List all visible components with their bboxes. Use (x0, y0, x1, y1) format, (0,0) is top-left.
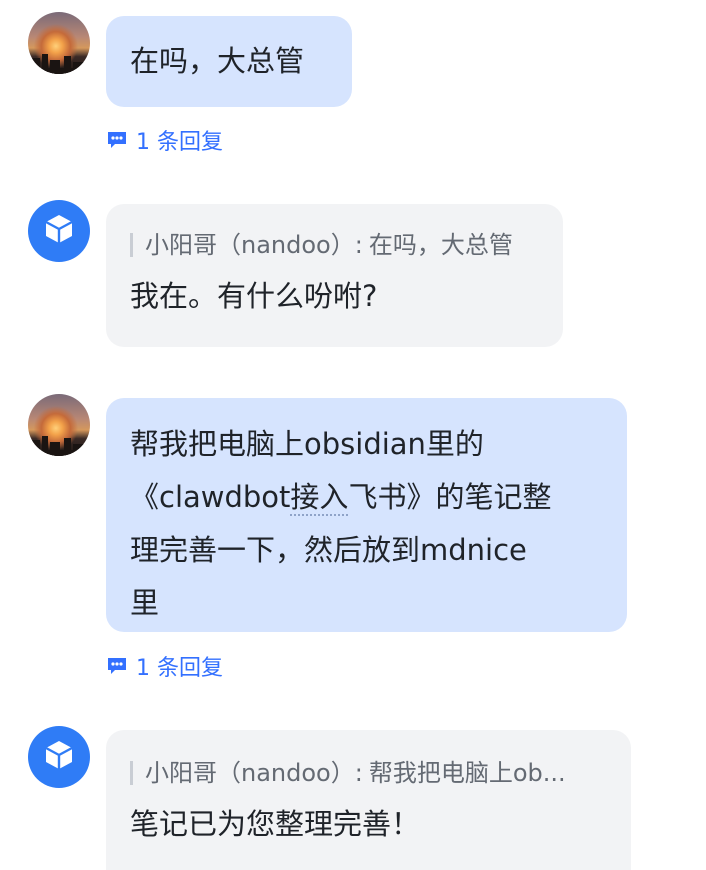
quote-separator: : (354, 231, 363, 259)
message-text: 笔记已为您整理完善！ (130, 807, 421, 841)
bot-avatar[interactable] (28, 200, 90, 262)
quote-author: 小阳哥（nandoo） (145, 759, 355, 787)
user-avatar[interactable] (28, 394, 90, 456)
message-text: 我在。有什么吩咐? (130, 279, 378, 313)
bot-avatar[interactable] (28, 726, 90, 788)
avatar-skyline (28, 432, 90, 456)
quote-text: 在吗，大总管 (368, 231, 513, 259)
message-line: 帮我把电脑上obsidian里的 (130, 427, 484, 461)
comment-icon (106, 656, 128, 676)
avatar-skyline (28, 50, 90, 74)
message-bubble[interactable]: 小阳哥（nandoo） : 在吗，大总管 我在。有什么吩咐? (106, 204, 563, 347)
reply-link[interactable]: 1 条回复 (106, 124, 223, 156)
message-segment: 《clawdbot (130, 480, 291, 514)
message-line: 理完善一下，然后放到mdnice (130, 533, 527, 567)
quote-bar (130, 761, 133, 785)
message-text: 在吗，大总管 (130, 44, 305, 78)
comment-icon (106, 130, 128, 150)
reply-label: 1 条回复 (136, 130, 223, 155)
user-avatar[interactable] (28, 12, 90, 74)
reply-label: 1 条回复 (136, 656, 223, 681)
quote-text: 帮我把电脑上ob... (368, 759, 566, 787)
quoted-message[interactable]: 小阳哥（nandoo） : 在吗，大总管 (130, 228, 541, 262)
message-bubble[interactable]: 在吗，大总管 (106, 16, 352, 107)
highlighted-term[interactable]: 接入 (290, 480, 349, 516)
message-segment: 飞书》的笔记整 (348, 480, 552, 514)
message-bubble[interactable]: 帮我把电脑上obsidian里的 《clawdbot接入飞书》的笔记整 理完善一… (106, 398, 627, 632)
message-bubble[interactable]: 小阳哥（nandoo） : 帮我把电脑上ob... 笔记已为您整理完善！ (106, 730, 631, 870)
cube-icon (42, 212, 76, 250)
message-line: 《clawdbot接入飞书》的笔记整 (130, 471, 605, 524)
quote-author: 小阳哥（nandoo） (145, 231, 355, 259)
quote-bar (130, 233, 133, 257)
quote-separator: : (354, 759, 363, 787)
cube-icon (42, 738, 76, 776)
message-line: 里 (130, 586, 160, 620)
quoted-message[interactable]: 小阳哥（nandoo） : 帮我把电脑上ob... (130, 756, 609, 790)
reply-link[interactable]: 1 条回复 (106, 650, 223, 682)
